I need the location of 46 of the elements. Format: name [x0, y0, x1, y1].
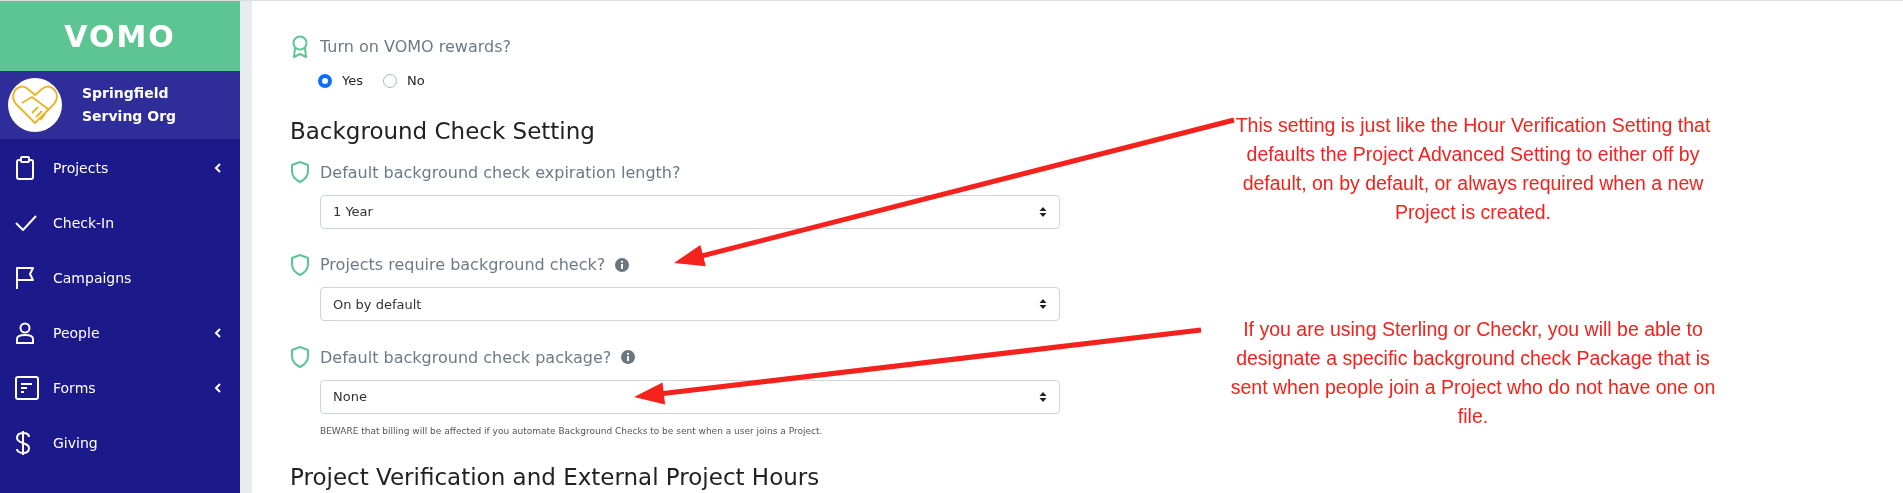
question-label: Default background check package? [320, 347, 612, 367]
shield-icon [290, 161, 310, 184]
nav-label: Forms [53, 379, 97, 396]
ribbon-icon [290, 34, 310, 59]
nav-item[interactable]: Giving [0, 415, 240, 470]
question-label: Turn on VOMO rewards? [320, 37, 511, 57]
sort-caret-icon [1039, 298, 1047, 311]
nav-item[interactable]: Check-In [0, 195, 240, 250]
help-text: BEWARE that billing will be affected if you automate Background Checks to be sent when a user joins a Project. [320, 424, 823, 437]
section-title: Project Verification and External Project Hours [290, 462, 820, 492]
check-icon [15, 214, 37, 231]
question-label: Projects require background check? [320, 255, 606, 275]
clipboard-icon [15, 155, 35, 180]
question-label: Default background check expiration length? [320, 162, 681, 182]
flag-icon [15, 265, 35, 290]
annotation-text: This setting is just like the Hour Verification Setting that defaults the Project Advanced Setting to either off by default, on by default, or always required when a new Project is created. [1234, 113, 1712, 225]
section-title: Background Check Setting [290, 116, 595, 146]
nav-item[interactable]: Campaigns [0, 250, 240, 305]
nav-label: Giving [53, 434, 99, 451]
nav-label: Check-In [53, 214, 116, 231]
dollar-icon [15, 429, 31, 456]
nav-item[interactable]: Projects [0, 140, 240, 195]
nav-label: Projects [53, 159, 110, 176]
radio-label: No [407, 73, 425, 89]
sort-caret-icon [1039, 390, 1047, 403]
sort-caret-icon [1039, 205, 1047, 218]
person-icon [15, 321, 35, 344]
radio-option[interactable]: Yes [318, 73, 363, 89]
radio-option[interactable]: No [383, 73, 425, 89]
select-field[interactable]: None [320, 379, 1060, 414]
info-icon[interactable] [621, 350, 636, 365]
nav-label: Campaigns [53, 269, 133, 286]
annotation-text: If you are using Sterling or Checkr, you will be able to designate a specific background check Package that is sent when people join a Project who do not have one on file. [1229, 317, 1717, 429]
form-icon [15, 375, 39, 400]
radio-button[interactable] [318, 73, 332, 88]
select-field[interactable]: On by default [320, 287, 1060, 322]
select-field[interactable]: 1 Year [320, 194, 1060, 229]
nav-item[interactable]: People [0, 305, 240, 360]
shield-icon [290, 346, 310, 369]
shield-icon [290, 253, 310, 276]
org-name: Springfield Serving Org [82, 84, 178, 126]
nav-item[interactable]: Forms [0, 360, 240, 415]
nav-label: People [53, 324, 101, 341]
radio-button[interactable] [383, 73, 397, 88]
info-icon[interactable] [615, 257, 630, 272]
radio-label: Yes [342, 73, 363, 89]
